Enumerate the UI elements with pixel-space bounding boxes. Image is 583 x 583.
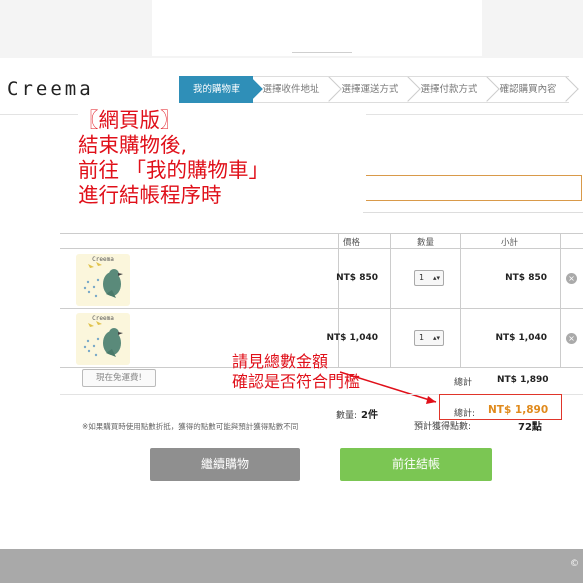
annotation-line: 結束購物後, — [78, 133, 188, 157]
item-price: NT$ 1,040 — [326, 333, 378, 343]
banner-white-area — [152, 0, 482, 56]
item-subtotal: NT$ 1,040 — [495, 333, 547, 343]
remove-item-icon[interactable]: × — [566, 273, 577, 284]
step-cart: 我的購物車 — [179, 76, 253, 103]
annotation-line: 進行結帳程序時 — [78, 183, 222, 207]
total-label: 總計: — [454, 409, 476, 419]
quantity-summary: 數量: 2件 — [336, 406, 378, 421]
step-shipping: 選擇運送方式 — [331, 76, 411, 103]
item-price: NT$ 850 — [336, 273, 378, 283]
cart-table: 價格 數量 小計 — [60, 233, 583, 249]
quantity-label: 數量: — [336, 411, 358, 421]
select-arrows-icon: ▴▾ — [432, 274, 440, 282]
points-note: ※如果購買時使用點數折抵，獲得的點數可能與預計獲得點數不同 — [82, 422, 299, 431]
quantity-select[interactable]: 1 ▴▾ — [414, 270, 444, 286]
header-qty: 數量 — [417, 238, 435, 248]
banner-divider — [292, 52, 352, 53]
annotation-line: 確認是否符合門檻 — [232, 372, 361, 391]
notice-box — [363, 175, 582, 201]
checkout-steps: 我的購物車 選擇收件地址 選擇運送方式 選擇付款方式 確認購買內容 — [179, 76, 569, 103]
thumbnail-logo-text: Creema — [92, 256, 114, 263]
divider — [363, 212, 583, 213]
points-label: 預計獲得點數: — [414, 422, 472, 432]
copyright-text: © — [570, 559, 579, 569]
step-address: 選擇收件地址 — [252, 76, 332, 103]
quantity-value: 1 — [419, 333, 425, 342]
annotation-instructions: 〖網頁版〗 結束購物後, 前往 「我的購物車」 進行結帳程序時 — [78, 108, 366, 208]
free-shipping-badge[interactable]: 現在免運費! — [82, 369, 156, 387]
step-payment: 選擇付款方式 — [410, 76, 490, 103]
select-arrows-icon: ▴▾ — [432, 334, 440, 342]
product-thumbnail[interactable]: Creema — [76, 313, 130, 365]
cart-table-header: 價格 數量 小計 — [60, 234, 583, 249]
header-price: 價格 — [343, 238, 361, 248]
total-value: NT$ 1,890 — [488, 404, 549, 416]
header-subtotal: 小計 — [501, 238, 519, 248]
annotation-total: 請見總數金額 確認是否符合門檻 — [232, 352, 360, 392]
annotation-line: 〖網頁版〗 — [78, 108, 181, 132]
logo[interactable]: Creema — [7, 78, 94, 100]
remove-item-icon[interactable]: × — [566, 333, 577, 344]
footer: © — [0, 549, 583, 583]
subtotal-value: NT$ 1,890 — [497, 375, 549, 385]
annotation-line: 前往 「我的購物車」 — [78, 158, 270, 182]
thumbnail-logo-text: Creema — [92, 315, 114, 322]
quantity-total: 2件 — [361, 410, 379, 421]
quantity-value: 1 — [419, 273, 425, 282]
quantity-select[interactable]: 1 ▴▾ — [414, 330, 444, 346]
continue-shopping-button[interactable]: 繼續購物 — [150, 448, 300, 481]
checkout-button[interactable]: 前往結帳 — [340, 448, 492, 481]
item-subtotal: NT$ 850 — [505, 273, 547, 283]
annotation-line: 請見總數金額 — [232, 352, 329, 371]
subtotal-label: 總計 — [454, 378, 473, 388]
table-row: Creema NT$ 850 1 ▴▾ NT$ 850 × — [60, 250, 583, 309]
points-value: 72點 — [518, 422, 542, 433]
step-confirm: 確認購買內容 — [489, 76, 569, 103]
product-thumbnail[interactable]: Creema — [76, 254, 130, 306]
top-banner — [0, 0, 583, 58]
